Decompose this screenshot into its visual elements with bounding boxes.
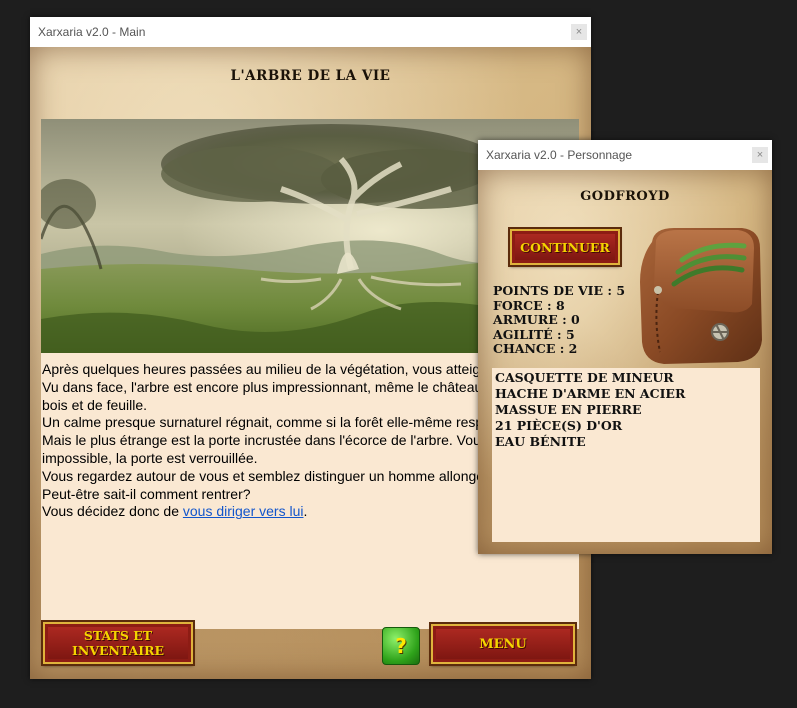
stat-force: FORCE : 8 [493, 297, 565, 313]
main-window-title: Xarxaria v2.0 - Main [38, 25, 146, 39]
inventory-list: CASQUETTE DE MINEUR HACHE D'ARME EN ACIE… [492, 368, 760, 542]
main-window-titlebar[interactable]: Xarxaria v2.0 - Main × [30, 17, 591, 47]
character-window-titlebar[interactable]: Xarxaria v2.0 - Personnage × [478, 140, 772, 170]
character-window-title: Xarxaria v2.0 - Personnage [486, 148, 633, 162]
inventory-item: CASQUETTE DE MINEUR [495, 370, 674, 385]
character-name: GODFROYD [580, 189, 670, 204]
character-close-button[interactable]: × [752, 147, 768, 163]
stat-agilite: AGILITÉ : 5 [493, 326, 575, 342]
stat-armure: ARMURE : 0 [493, 312, 580, 327]
inventory-item: EAU BÉNITE [495, 434, 586, 449]
stats-inventory-button[interactable]: STATS ET INVENTAIRE [41, 620, 195, 666]
character-parchment: GODFROYD CONTINUER POINTS DE VIE: 5 FOR… [478, 170, 772, 554]
menu-button[interactable]: MENU [429, 622, 577, 666]
inventory-item: MASSUE EN PIERRE [495, 402, 642, 417]
story-last-prefix: Vous décidez donc de [42, 503, 183, 520]
inventory-item: HACHE D'ARME EN ACIER [495, 386, 686, 401]
stat-hp: POINTS DE VIE : 5 [493, 283, 626, 298]
story-last-suffix: . [303, 503, 308, 520]
character-window: Xarxaria v2.0 - Personnage × GODFROYD CO… [478, 140, 772, 554]
character-stats: POINTS DE VIE : 5 FORCE : 8 ARMURE : 0 A… [493, 283, 653, 357]
stat-chance: CHANCE : 2 [493, 341, 578, 356]
bag-image [640, 228, 762, 364]
continue-button[interactable]: CONTINUER [508, 227, 622, 267]
inventory-item: 21 PIÈCE(S) D'OR [495, 418, 623, 433]
scene-title: L'ARBRE DE LA VIE [230, 68, 391, 84]
story-choice-link[interactable]: vous diriger vers lui [183, 503, 304, 519]
help-button[interactable]: ? [382, 627, 420, 665]
main-close-button[interactable]: × [571, 24, 587, 40]
leather-bag-icon [634, 222, 766, 370]
